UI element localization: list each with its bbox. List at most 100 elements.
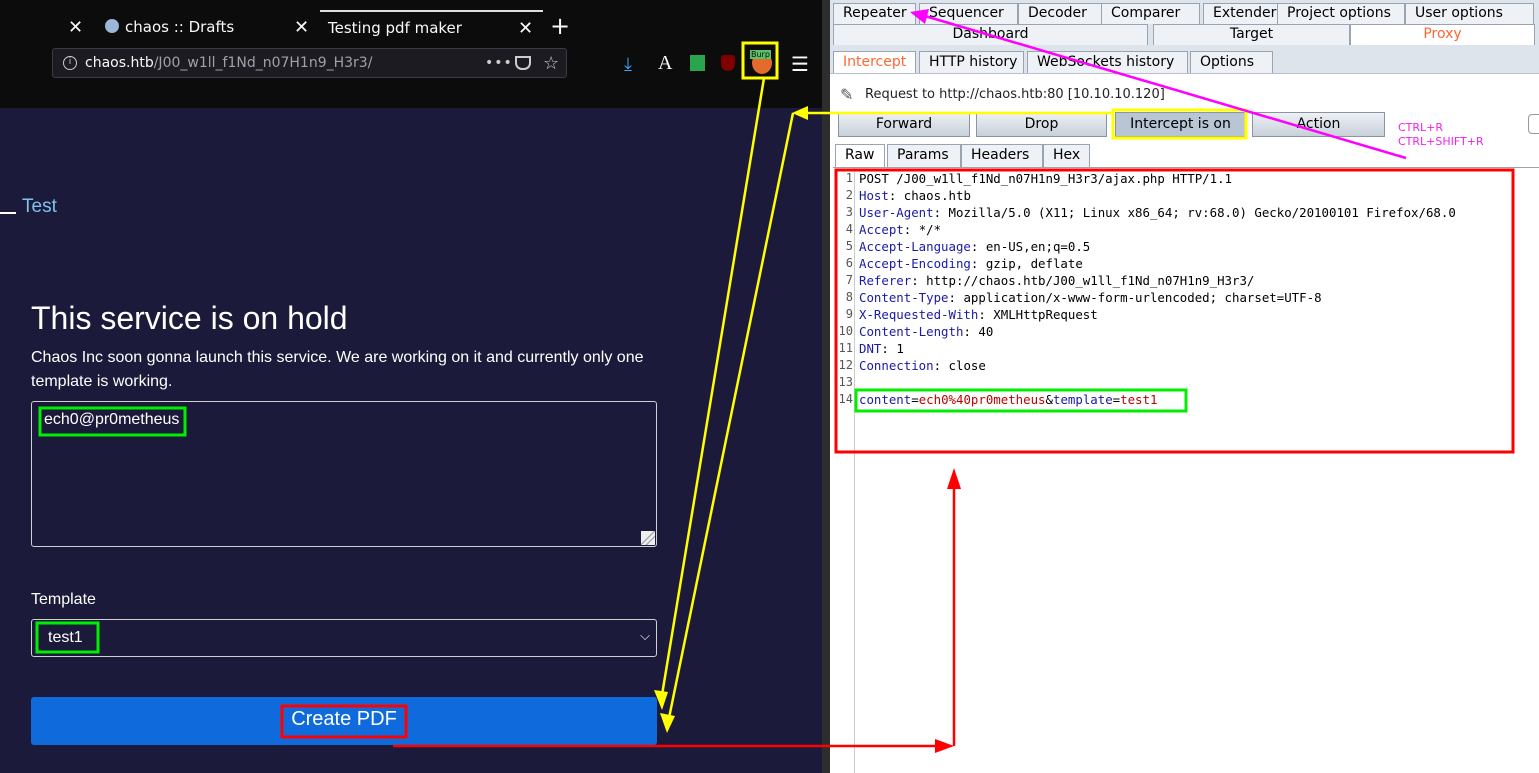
header-line: Connection: close bbox=[859, 358, 986, 373]
request-body: content=ech0%40pr0metheus&template=test1 bbox=[859, 392, 1157, 407]
resize-grip-icon[interactable] bbox=[641, 531, 655, 545]
request-editor[interactable]: 1 2 3 4 5 6 7 8 9 10 11 12 13 14 POST /J00_w1ll_f1Nd_… bbox=[833, 167, 1539, 773]
tab-raw[interactable]: Raw bbox=[835, 144, 885, 167]
tab-user-options[interactable]: User options bbox=[1405, 3, 1534, 24]
tab-label: Testing pdf maker bbox=[328, 19, 462, 37]
header-separator: : bbox=[888, 188, 904, 203]
request-line: POST /J00_w1ll_f1Nd_n07H1n9_H3r3/ajax.ph… bbox=[859, 171, 1232, 186]
search-input[interactable] bbox=[1528, 114, 1539, 134]
line-number: 1 bbox=[845, 171, 853, 185]
tab-project-options[interactable]: Project options bbox=[1277, 3, 1405, 24]
bookmark-star-icon[interactable]: ☆ bbox=[543, 53, 559, 74]
line-number: 5 bbox=[845, 239, 853, 253]
tab-proxy[interactable]: Proxy bbox=[1350, 24, 1535, 45]
line-number: 4 bbox=[845, 222, 853, 236]
header-separator: : bbox=[933, 358, 949, 373]
url-bar[interactable]: i chaos.htb/J00_w1ll_f1Nd_n07H1n9_H3r3/ … bbox=[52, 48, 567, 78]
template-select[interactable]: test1 ⌵ bbox=[31, 619, 657, 657]
close-icon[interactable]: ✕ bbox=[518, 18, 533, 39]
header-value: 1 bbox=[896, 341, 904, 356]
firefox-window: ✕ chaos :: Drafts ✕ Testing pdf maker ✕ … bbox=[0, 0, 822, 773]
header-separator: : bbox=[903, 222, 919, 237]
header-line: Accept-Language: en-US,en;q=0.5 bbox=[859, 239, 1090, 254]
page-title: This service is on hold bbox=[31, 300, 348, 336]
url-text: chaos.htb/J00_w1ll_f1Nd_n07H1n9_H3r3/ bbox=[85, 55, 373, 71]
body-param-name: content bbox=[859, 392, 912, 407]
download-icon[interactable]: ⤓ bbox=[624, 54, 632, 75]
line-number: 11 bbox=[838, 341, 853, 355]
create-pdf-button[interactable]: Create PDF bbox=[31, 697, 657, 745]
page-content: Test This service is on hold Chaos Inc s… bbox=[0, 108, 822, 773]
reader-font-icon[interactable]: A bbox=[658, 52, 672, 75]
header-name: X-Requested-With bbox=[859, 307, 979, 322]
header-value: chaos.htb bbox=[903, 188, 971, 203]
tab-extender[interactable]: Extender bbox=[1203, 3, 1279, 24]
tab-headers[interactable]: Headers bbox=[961, 144, 1043, 167]
drop-button[interactable]: Drop bbox=[976, 112, 1107, 137]
tab-params[interactable]: Params bbox=[887, 144, 961, 167]
header-separator: : bbox=[970, 239, 986, 254]
tab-favicon-icon bbox=[105, 19, 119, 33]
header-line: User-Agent: Mozilla/5.0 (X11; Linux x86_… bbox=[859, 205, 1456, 220]
header-name: Accept-Encoding bbox=[859, 256, 971, 271]
header-separator: : bbox=[978, 307, 994, 322]
line-number: 6 bbox=[845, 256, 853, 270]
create-pdf-label: Create PDF bbox=[291, 708, 397, 730]
tab-sequencer[interactable]: Sequencer bbox=[919, 3, 1018, 24]
tab-testing-pdf-maker[interactable]: Testing pdf maker ✕ bbox=[320, 10, 543, 44]
extension-icon[interactable] bbox=[690, 55, 705, 71]
request-target: Request to http://chaos.htb:80 [10.10.10… bbox=[865, 87, 1165, 102]
tab-websockets-history[interactable]: WebSockets history bbox=[1027, 51, 1188, 73]
header-name: Referer bbox=[859, 273, 912, 288]
tab-dashboard[interactable]: Dashboard bbox=[833, 24, 1148, 45]
line-number: 13 bbox=[838, 375, 853, 389]
line-number: 9 bbox=[845, 307, 853, 321]
action-button[interactable]: Action bbox=[1252, 112, 1385, 137]
info-icon[interactable]: i bbox=[63, 56, 77, 70]
browser-toolbar: ✕ chaos :: Drafts ✕ Testing pdf maker ✕ … bbox=[0, 0, 822, 108]
body-param-name: template bbox=[1052, 392, 1113, 407]
textarea-value: ech0@pr0metheus bbox=[44, 411, 180, 428]
header-separator: : bbox=[948, 290, 964, 305]
tab-options[interactable]: Options bbox=[1190, 51, 1273, 73]
header-value: en-US,en;q=0.5 bbox=[985, 239, 1091, 254]
burp-main-tabs: Repeater Sequencer Decoder Comparer Exte… bbox=[830, 0, 1539, 46]
header-value: 40 bbox=[978, 324, 994, 339]
header-line: Accept-Encoding: gzip, deflate bbox=[859, 256, 1083, 271]
header-separator: : bbox=[881, 341, 897, 356]
header-line: Referer: http://chaos.htb/J00_w1ll_f1Nd_… bbox=[859, 273, 1254, 288]
proxy-sub-tabs: Intercept HTTP history WebSockets histor… bbox=[830, 46, 1539, 74]
header-separator: : bbox=[970, 256, 986, 271]
page-actions-icon[interactable]: ••• bbox=[485, 55, 513, 71]
tab-target[interactable]: Target bbox=[1153, 24, 1350, 45]
line-number: 3 bbox=[845, 205, 853, 219]
nav-link-test[interactable]: Test bbox=[22, 196, 57, 218]
pencil-icon: ✎ bbox=[840, 85, 854, 104]
line-number: 7 bbox=[845, 273, 853, 287]
tab-http-history[interactable]: HTTP history bbox=[919, 51, 1024, 73]
header-name: Connection bbox=[859, 358, 934, 373]
body-param-value: test1 bbox=[1120, 392, 1158, 407]
chevron-down-icon: ⌵ bbox=[640, 628, 650, 643]
nav-divider bbox=[0, 212, 16, 214]
forward-button[interactable]: Forward bbox=[838, 112, 970, 137]
header-separator: : bbox=[933, 205, 949, 220]
close-icon[interactable]: ✕ bbox=[294, 17, 309, 38]
tab-decoder[interactable]: Decoder bbox=[1018, 3, 1102, 24]
header-line: DNT: 1 bbox=[859, 341, 904, 356]
tab-comparer[interactable]: Comparer bbox=[1101, 3, 1200, 24]
tab-repeater[interactable]: Repeater bbox=[833, 3, 916, 24]
content-textarea[interactable]: ech0@pr0metheus bbox=[31, 401, 657, 547]
tab-chaos-drafts[interactable]: ✕ chaos :: Drafts ✕ bbox=[60, 10, 310, 44]
header-value: */* bbox=[918, 222, 942, 237]
window-divider bbox=[822, 0, 830, 773]
tab-intercept[interactable]: Intercept bbox=[833, 51, 916, 73]
ublock-icon[interactable] bbox=[721, 55, 735, 71]
intercept-toggle-button[interactable]: Intercept is on bbox=[1115, 112, 1246, 137]
new-tab-button[interactable]: + bbox=[550, 12, 570, 40]
header-line: Accept: */* bbox=[859, 222, 941, 237]
close-icon[interactable]: ✕ bbox=[68, 17, 83, 38]
hamburger-menu-icon[interactable]: ☰ bbox=[791, 52, 809, 76]
pocket-icon[interactable] bbox=[515, 56, 531, 70]
tab-hex[interactable]: Hex bbox=[1043, 144, 1090, 167]
